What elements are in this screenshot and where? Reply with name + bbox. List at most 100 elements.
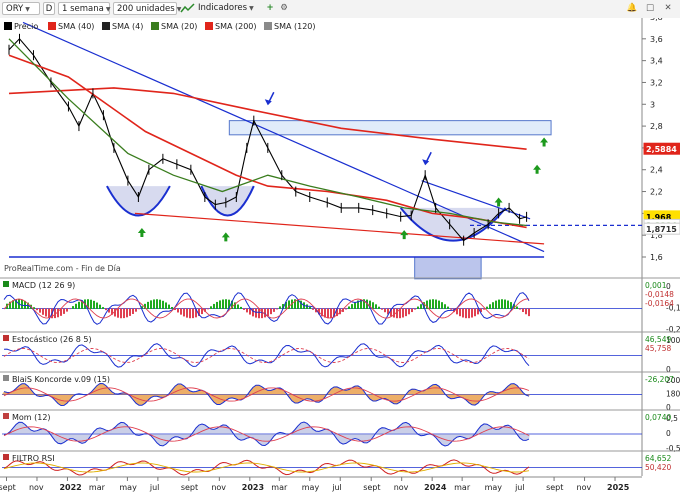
macd-histogram-bar bbox=[519, 308, 521, 310]
macd-histogram-bar bbox=[495, 300, 497, 309]
macd-histogram-bar bbox=[435, 299, 437, 309]
macd-histogram-bar bbox=[483, 308, 485, 310]
indicator-label: Estocástico (26 8 5) bbox=[12, 335, 92, 344]
x-tick-label: nov bbox=[29, 483, 44, 492]
macd-histogram-bar bbox=[21, 299, 23, 309]
macd-histogram-bar bbox=[261, 308, 263, 319]
chart-canvas[interactable]: 3,83,63,43,232,82,62,42,221,81,6PrecioSM… bbox=[0, 13, 680, 492]
legend-label: SMA (40) bbox=[58, 22, 94, 31]
macd-histogram-bar bbox=[150, 300, 152, 309]
legend-swatch bbox=[264, 22, 272, 30]
macd-histogram-bar bbox=[177, 308, 179, 313]
macd-histogram-bar bbox=[312, 308, 314, 310]
macd-histogram-bar bbox=[306, 304, 308, 309]
macd-histogram-bar bbox=[276, 308, 278, 310]
x-tick-label: nov bbox=[211, 483, 226, 492]
x-tick-label: jul bbox=[514, 483, 525, 492]
y-tick-label: 3,6 bbox=[650, 35, 663, 44]
x-tick-label: 2023 bbox=[242, 483, 264, 492]
macd-histogram-bar bbox=[402, 308, 404, 318]
macd-histogram-bar bbox=[93, 300, 95, 309]
macd-histogram-bar bbox=[63, 308, 65, 314]
macd-histogram-bar bbox=[66, 308, 68, 312]
rsi-icon bbox=[3, 454, 9, 460]
x-tick-label: 2025 bbox=[607, 483, 630, 492]
macd-histogram-bar bbox=[129, 308, 131, 316]
x-tick-label: sept bbox=[546, 483, 563, 492]
x-tick-label: may bbox=[485, 483, 503, 492]
macd-histogram-bar bbox=[243, 308, 245, 310]
indicator-tick-label: -0,2 bbox=[666, 325, 680, 334]
chart-type-icon[interactable] bbox=[180, 2, 196, 15]
x-tick-label: mar bbox=[271, 483, 288, 492]
y-tick-label: 3 bbox=[650, 100, 655, 109]
x-tick-label: mar bbox=[454, 483, 471, 492]
macd-histogram-bar bbox=[216, 301, 218, 309]
y-tick-label: 2,4 bbox=[650, 166, 663, 175]
macd-histogram-bar bbox=[135, 308, 137, 312]
macd-histogram-bar bbox=[273, 308, 275, 312]
macd-histogram-bar bbox=[525, 308, 527, 315]
indicator-tick-label: -0,5 bbox=[666, 444, 680, 453]
legend-label: SMA (4) bbox=[112, 22, 143, 31]
macd-histogram-bar bbox=[246, 308, 248, 313]
units-selector[interactable]: 200 unidades ▼ bbox=[113, 2, 181, 15]
annotation-box bbox=[228, 120, 552, 136]
macd-histogram-bar bbox=[267, 308, 269, 317]
y-tick-label: 2,8 bbox=[650, 122, 663, 131]
macd-histogram-bar bbox=[462, 308, 464, 318]
macd-histogram-bar bbox=[105, 308, 107, 311]
interval-label: 1 semana bbox=[62, 4, 104, 14]
macd-histogram-bar bbox=[516, 306, 518, 309]
indicator-value: 46,549 bbox=[645, 335, 671, 344]
macd-histogram-bar bbox=[414, 308, 416, 310]
macd-icon bbox=[3, 281, 9, 287]
macd-histogram-bar bbox=[486, 306, 488, 309]
macd-histogram-bar bbox=[408, 308, 410, 315]
macd-histogram-bar bbox=[117, 308, 119, 318]
macd-histogram-bar bbox=[447, 306, 449, 309]
close-icon[interactable]: ✕ bbox=[662, 2, 674, 15]
macd-histogram-bar bbox=[252, 308, 254, 317]
legend-swatch bbox=[205, 22, 213, 30]
x-tick-label: may bbox=[119, 483, 137, 492]
macd-histogram-bar bbox=[381, 308, 383, 310]
maximize-icon[interactable]: □ bbox=[644, 2, 656, 15]
macd-histogram-bar bbox=[90, 299, 92, 309]
macd-histogram-bar bbox=[417, 306, 419, 309]
source-note: ProRealTime.com - Fin de Día bbox=[4, 264, 121, 273]
indicators-label: Indicadores bbox=[198, 3, 248, 13]
macd-histogram-bar bbox=[39, 308, 41, 313]
y-tick-label: 1,6 bbox=[650, 253, 663, 262]
alert-icon[interactable]: 🔔 bbox=[626, 2, 638, 15]
macd-histogram-bar bbox=[327, 308, 329, 319]
chart-area[interactable]: 3,83,63,43,232,82,62,42,221,81,6PrecioSM… bbox=[0, 13, 680, 492]
chevron-down-icon: ▼ bbox=[25, 6, 30, 13]
macd-histogram-bar bbox=[507, 300, 509, 309]
macd-histogram-bar bbox=[474, 308, 476, 317]
macd-histogram-bar bbox=[468, 308, 470, 319]
macd-histogram-bar bbox=[168, 304, 170, 309]
macd-histogram-bar bbox=[375, 304, 377, 309]
macd-histogram-bar bbox=[522, 308, 524, 313]
indicators-button[interactable]: Indicadores ▼ bbox=[198, 2, 260, 15]
y-tick-label: 3,4 bbox=[650, 57, 663, 66]
x-tick-label: nov bbox=[394, 483, 409, 492]
momentum-icon bbox=[3, 413, 9, 419]
interval-selector[interactable]: 1 semana ▼ bbox=[58, 2, 110, 15]
macd-histogram-bar bbox=[162, 300, 164, 309]
add-icon[interactable]: + bbox=[264, 2, 276, 15]
macd-histogram-bar bbox=[270, 308, 272, 315]
legend-label: SMA (200) bbox=[215, 22, 257, 31]
settings-icon[interactable]: ⚙ bbox=[278, 2, 290, 15]
bar-type-button[interactable]: D bbox=[43, 2, 55, 15]
annotation-box bbox=[414, 256, 482, 280]
x-tick-label: sept bbox=[181, 483, 198, 492]
symbol-selector[interactable]: ORY ▼ bbox=[2, 2, 40, 15]
macd-histogram-bar bbox=[240, 306, 242, 309]
macd-histogram-bar bbox=[183, 308, 185, 317]
macd-histogram-bar bbox=[219, 300, 221, 309]
chevron-down-icon: ▼ bbox=[249, 5, 254, 12]
macd-histogram-bar bbox=[165, 302, 167, 309]
x-tick-label: 2024 bbox=[424, 483, 447, 492]
